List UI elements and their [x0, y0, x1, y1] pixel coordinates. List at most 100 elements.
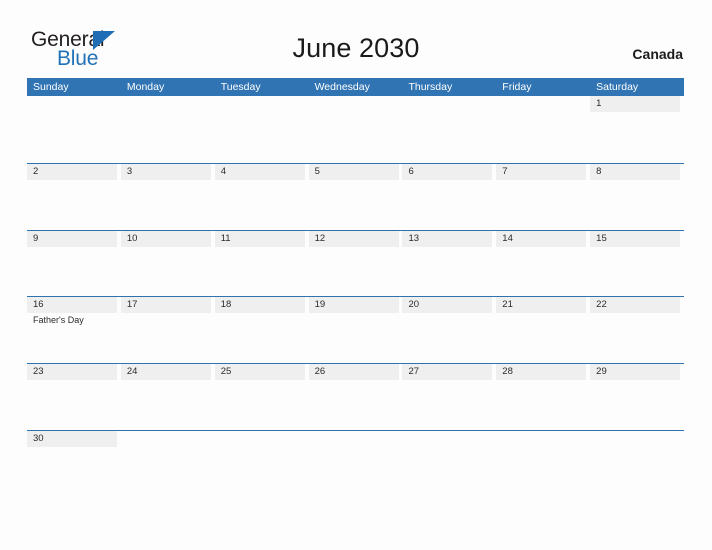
- day-cell-empty: [402, 431, 496, 497]
- day-cell[interactable]: 16 Father's Day: [27, 297, 121, 363]
- day-cell-empty: [121, 96, 215, 163]
- day-cell-empty: [309, 96, 403, 163]
- day-cell[interactable]: 2: [27, 163, 121, 230]
- day-cell[interactable]: 20: [402, 297, 496, 363]
- day-cell[interactable]: 29: [590, 364, 684, 430]
- day-number: 16: [33, 299, 44, 311]
- day-cell[interactable]: 9: [27, 230, 121, 297]
- day-number-band: [402, 163, 493, 180]
- day-cell[interactable]: 22: [590, 297, 684, 363]
- day-number: 4: [220, 165, 227, 177]
- day-cell[interactable]: 23: [27, 364, 121, 430]
- day-cell-empty: [402, 96, 496, 163]
- day-number: 21: [502, 299, 513, 311]
- calendar-week-row: 23 24 25 26 27 28 29: [27, 363, 684, 430]
- day-number: 2: [33, 165, 39, 177]
- day-number: 17: [126, 299, 138, 311]
- day-cell[interactable]: 1: [590, 96, 684, 163]
- day-number: 13: [408, 232, 420, 244]
- day-number-band: [309, 96, 399, 112]
- calendar-week-row: 2 3 4 5 6 7 8: [27, 162, 684, 230]
- calendar-page: General Blue June 2030 Canada Sunday Mon…: [0, 0, 712, 550]
- day-number: 7: [502, 165, 508, 177]
- day-number-band: [214, 163, 305, 180]
- day-number: 19: [314, 299, 326, 311]
- day-cell[interactable]: 8: [590, 163, 684, 230]
- day-number: 18: [220, 299, 232, 311]
- day-cell[interactable]: 6: [402, 163, 496, 230]
- day-number: 20: [408, 299, 420, 311]
- day-cell[interactable]: 19: [308, 297, 403, 363]
- day-cell[interactable]: 3: [120, 163, 215, 230]
- dow-friday: Friday: [502, 81, 532, 93]
- day-number: 30: [33, 432, 44, 444]
- week-cells: 23 24 25 26 27 28 29: [27, 364, 684, 430]
- day-number: 15: [596, 232, 607, 244]
- calendar-grid: Sunday Monday Tuesday Wednesday Thursday…: [27, 78, 684, 497]
- day-cell[interactable]: 15: [590, 230, 684, 297]
- day-events: Father's Day: [33, 314, 121, 326]
- week-cells: 16 Father's Day 17 18 19 20 21 22: [27, 297, 684, 363]
- day-number: 23: [33, 366, 44, 378]
- week-cells: 30: [27, 430, 684, 497]
- day-cell[interactable]: 17: [120, 297, 215, 363]
- day-number-band: [215, 96, 305, 112]
- day-cell-empty: [590, 431, 684, 497]
- day-number: 28: [502, 366, 513, 378]
- day-cell[interactable]: 5: [308, 163, 403, 230]
- day-number: 22: [596, 299, 607, 311]
- day-cell[interactable]: 10: [120, 230, 215, 297]
- day-number-band: [590, 163, 681, 180]
- day-number-band: [120, 163, 211, 180]
- day-number: 10: [126, 232, 138, 244]
- day-number: 24: [126, 366, 138, 378]
- day-cell[interactable]: 18: [214, 297, 309, 363]
- day-cell[interactable]: 25: [214, 364, 309, 430]
- day-number: 8: [596, 165, 602, 177]
- day-cell-empty: [496, 96, 590, 163]
- day-cell[interactable]: 27: [402, 364, 496, 430]
- day-number: 1: [596, 98, 602, 109]
- day-number-band: [590, 431, 680, 447]
- day-number-band: [27, 163, 117, 180]
- day-number-band: [308, 163, 399, 180]
- week-cells: 1: [27, 96, 684, 163]
- day-cell-empty: [496, 431, 590, 497]
- day-number: 5: [314, 165, 320, 177]
- day-number: 26: [314, 366, 326, 378]
- day-cell[interactable]: 12: [308, 230, 403, 297]
- calendar-week-row: 9 10 11 12 13 14 15: [27, 229, 684, 297]
- day-number: 27: [408, 366, 420, 378]
- day-cell[interactable]: 24: [120, 364, 215, 430]
- day-number: 3: [126, 165, 133, 177]
- day-number: 29: [596, 366, 607, 378]
- day-number-band: [496, 431, 586, 447]
- week-cells: 2 3 4 5 6 7 8: [27, 163, 684, 230]
- day-number-band: [402, 431, 492, 447]
- day-number-band: [27, 96, 117, 112]
- day-number-band: [496, 163, 587, 180]
- day-cell[interactable]: 30: [27, 430, 121, 497]
- page-header: General Blue June 2030 Canada: [0, 0, 712, 78]
- dow-saturday: Saturday: [596, 81, 639, 93]
- day-cell-empty: [27, 96, 121, 163]
- dow-tuesday: Tuesday: [220, 81, 261, 93]
- page-title: June 2030: [292, 33, 420, 63]
- day-cell[interactable]: 26: [308, 364, 403, 430]
- day-number: 6: [408, 165, 414, 177]
- day-cell[interactable]: 21: [496, 297, 590, 363]
- week-cells: 9 10 11 12 13 14 15: [27, 230, 684, 297]
- day-number-band: [121, 96, 211, 112]
- day-cell[interactable]: 11: [214, 230, 309, 297]
- day-cell-empty: [215, 431, 309, 497]
- day-cell[interactable]: 13: [402, 230, 496, 297]
- day-cell[interactable]: 14: [496, 230, 590, 297]
- day-cell[interactable]: 28: [496, 364, 590, 430]
- dow-thursday: Thursday: [408, 81, 453, 93]
- day-number-band: [121, 431, 211, 447]
- day-number: 12: [314, 232, 326, 244]
- day-cell-empty: [309, 431, 403, 497]
- day-cell[interactable]: 4: [214, 163, 309, 230]
- dow-monday: Monday: [126, 81, 165, 93]
- day-cell[interactable]: 7: [496, 163, 590, 230]
